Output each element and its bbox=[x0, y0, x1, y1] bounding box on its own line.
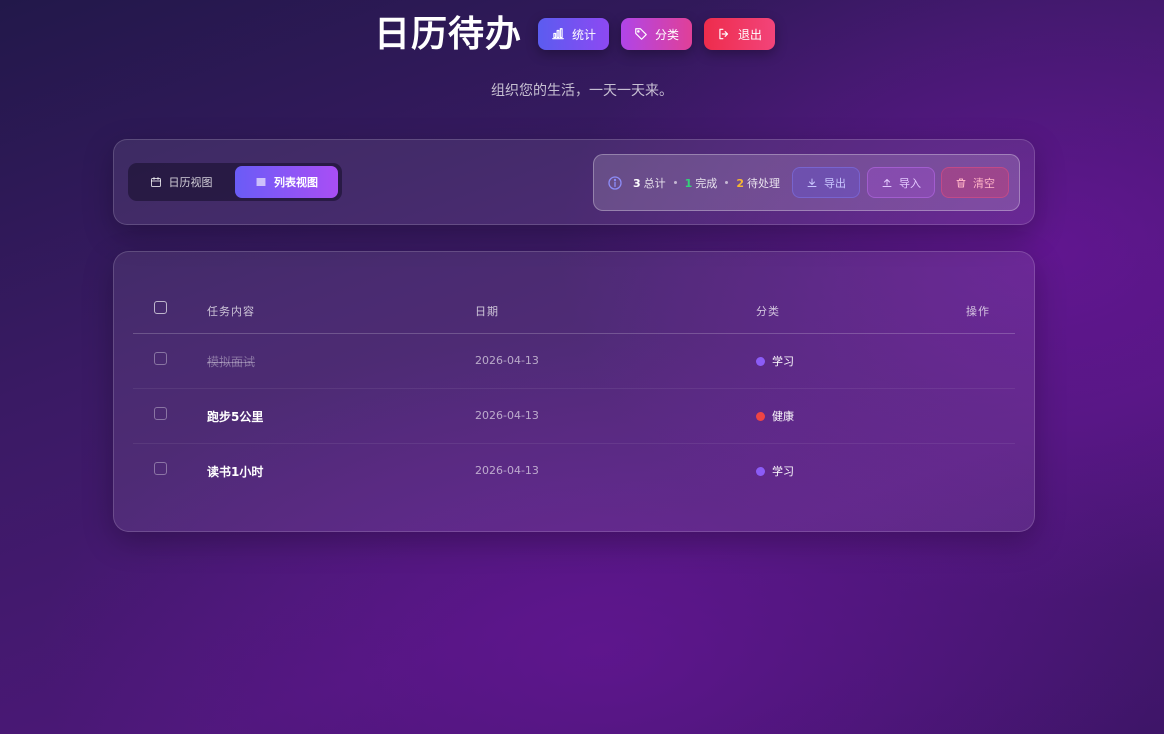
task-date: 2026-04-13 bbox=[475, 354, 539, 367]
task-content: 跑步5公里 bbox=[207, 410, 264, 424]
table-row: 跑步5公里 2026-04-13 健康 bbox=[133, 389, 1015, 444]
stat-pending: 2 待处理 bbox=[736, 175, 780, 191]
task-content: 模拟面试 bbox=[207, 355, 256, 369]
table-row: 模拟面试 2026-04-13 学习 bbox=[133, 334, 1015, 389]
separator-dot bbox=[725, 181, 729, 184]
table-header: 任务内容 日期 分类 操作 bbox=[133, 288, 1015, 334]
toolbar-panel: 日历视图 列表视图 3 总计 1 完成 2 待处理 导出 导入 清空 bbox=[113, 139, 1035, 225]
category-label: 学习 bbox=[772, 355, 794, 368]
tab-list-view[interactable]: 列表视图 bbox=[235, 166, 338, 198]
task-date: 2026-04-13 bbox=[475, 464, 539, 477]
upload-icon bbox=[882, 178, 892, 187]
import-button-label: 导入 bbox=[898, 176, 921, 190]
page-header: 日历待办 统计 分类 退出 bbox=[0, 12, 1164, 62]
row-checkbox[interactable] bbox=[154, 407, 167, 420]
column-header-actions: 操作 bbox=[966, 305, 990, 318]
trash-icon bbox=[956, 178, 966, 187]
info-icon bbox=[608, 175, 622, 190]
page-subtitle: 组织您的生活，一天一天来。 bbox=[491, 83, 673, 99]
table-row: 读书1小时 2026-04-13 学习 bbox=[133, 444, 1015, 499]
stats-button-label: 统计 bbox=[572, 27, 597, 42]
tab-calendar-view-label: 日历视图 bbox=[168, 176, 213, 189]
clear-button[interactable]: 清空 bbox=[940, 167, 1009, 198]
import-button[interactable]: 导入 bbox=[866, 167, 935, 198]
tag-icon bbox=[635, 28, 647, 40]
calendar-icon bbox=[150, 177, 161, 187]
export-button[interactable]: 导出 bbox=[791, 167, 860, 198]
stat-done-label: 完成 bbox=[695, 176, 718, 190]
logout-button[interactable]: 退出 bbox=[704, 18, 776, 50]
list-icon bbox=[256, 178, 266, 186]
logout-icon bbox=[719, 28, 729, 40]
app-title: 日历待办 bbox=[374, 14, 523, 55]
separator-dot bbox=[673, 181, 677, 184]
category-color-dot bbox=[756, 411, 765, 421]
stat-done-count: 1 bbox=[684, 176, 693, 190]
task-table: 任务内容 日期 分类 操作 模拟面试 2026-04-13 学习 跑步5公里 2… bbox=[113, 251, 1035, 532]
category-color-dot bbox=[756, 466, 765, 476]
task-category: 健康 bbox=[756, 408, 794, 424]
column-header-task: 任务内容 bbox=[207, 305, 255, 318]
stat-pending-count: 2 bbox=[736, 176, 744, 190]
bar-chart-icon bbox=[552, 28, 564, 40]
category-color-dot bbox=[756, 356, 765, 366]
stats-summary: 3 总计 1 完成 2 待处理 导出 导入 清空 bbox=[593, 154, 1020, 211]
clear-button-label: 清空 bbox=[972, 176, 995, 190]
row-checkbox[interactable] bbox=[154, 462, 167, 475]
categories-button-label: 分类 bbox=[655, 27, 680, 42]
select-all-checkbox[interactable] bbox=[154, 301, 167, 314]
download-icon bbox=[807, 178, 817, 187]
stat-pending-label: 待处理 bbox=[746, 176, 780, 190]
category-label: 学习 bbox=[772, 465, 794, 478]
task-category: 学习 bbox=[756, 353, 794, 369]
column-header-category: 分类 bbox=[756, 305, 780, 318]
stat-done: 1 完成 bbox=[685, 175, 718, 191]
export-button-label: 导出 bbox=[823, 176, 846, 190]
tab-calendar-view[interactable]: 日历视图 bbox=[131, 166, 231, 198]
view-switcher: 日历视图 列表视图 bbox=[128, 163, 342, 201]
stats-button[interactable]: 统计 bbox=[538, 18, 610, 50]
tab-list-view-label: 列表视图 bbox=[274, 176, 318, 189]
stat-total: 3 总计 bbox=[633, 175, 666, 191]
stat-total-count: 3 bbox=[633, 176, 641, 190]
row-checkbox[interactable] bbox=[154, 352, 167, 365]
task-content: 读书1小时 bbox=[207, 465, 264, 479]
task-category: 学习 bbox=[756, 463, 794, 479]
categories-button[interactable]: 分类 bbox=[621, 18, 693, 50]
stat-total-label: 总计 bbox=[643, 176, 666, 190]
task-date: 2026-04-13 bbox=[475, 409, 539, 422]
column-header-date: 日期 bbox=[475, 305, 499, 318]
logout-button-label: 退出 bbox=[738, 27, 763, 42]
category-label: 健康 bbox=[772, 410, 794, 423]
